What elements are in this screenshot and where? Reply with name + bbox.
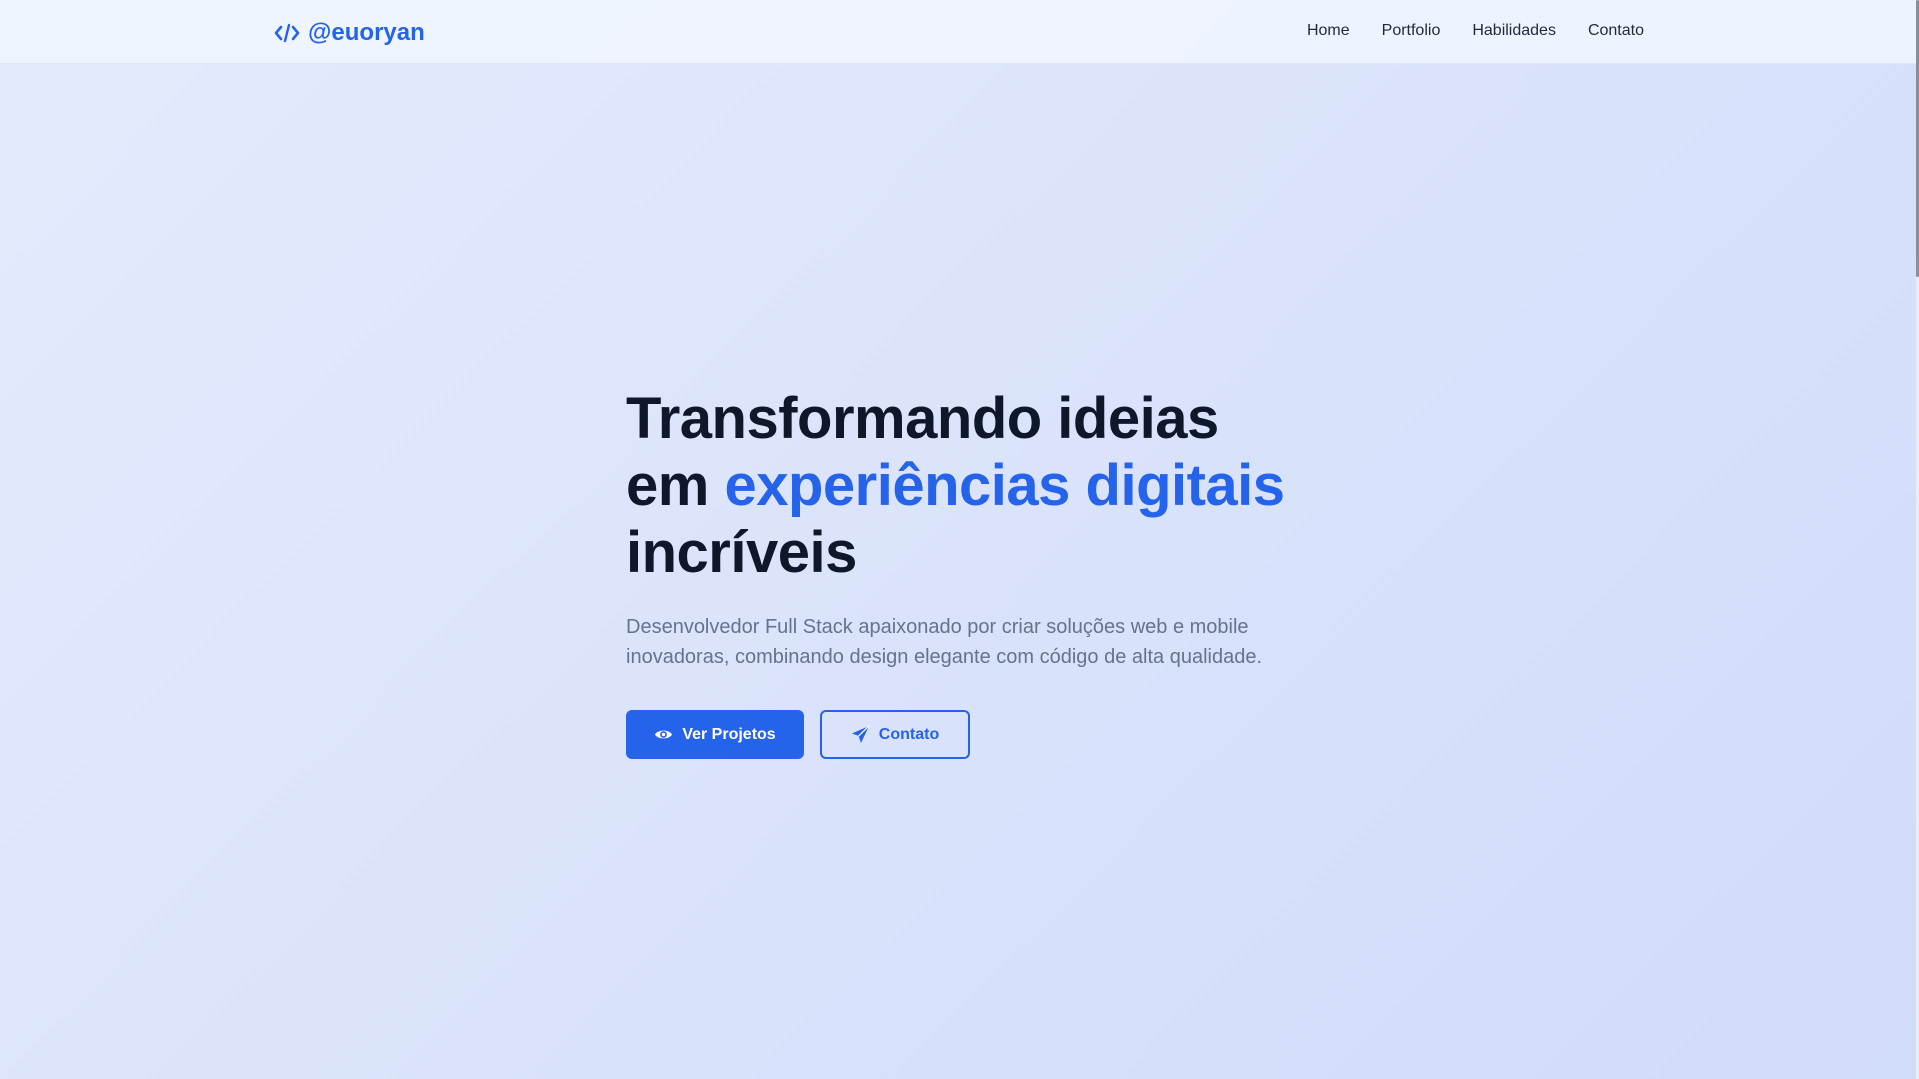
main-nav: Home Portfolio Habilidades Contato	[1307, 22, 1644, 40]
code-icon	[274, 23, 300, 43]
nav-link-portfolio[interactable]: Portfolio	[1382, 22, 1441, 40]
hero-title-line-1: Transformando ideias	[626, 386, 1219, 451]
brand-name: @euoryan	[308, 19, 425, 46]
nav-link-home[interactable]: Home	[1307, 22, 1350, 40]
hero-title-line-3: incríveis	[626, 520, 857, 585]
hero-title: Transformando ideias em experiências dig…	[626, 385, 1346, 586]
hero-title-line-2-prefix: em	[626, 453, 725, 518]
hero-description: Desenvolvedor Full Stack apaixonado por …	[626, 616, 1263, 668]
hero-section: Transformando ideias em experiências dig…	[626, 385, 1346, 759]
eye-icon	[655, 730, 673, 739]
top-navbar: @euoryan Home Portfolio Habilidades Cont…	[0, 0, 1916, 64]
brand-logo[interactable]: @euoryan	[274, 18, 425, 48]
hero-actions: Ver Projetos Contato	[626, 710, 1346, 759]
nav-link-habilidades[interactable]: Habilidades	[1472, 22, 1556, 40]
paper-plane-icon	[851, 725, 870, 744]
page-viewport: @euoryan Home Portfolio Habilidades Cont…	[0, 0, 1916, 1079]
view-projects-button[interactable]: Ver Projetos	[626, 710, 804, 759]
view-projects-label: Ver Projetos	[682, 725, 776, 743]
contact-button-label: Contato	[878, 725, 940, 743]
contact-button[interactable]: Contato	[820, 710, 970, 759]
hero-title-accent: experiências digitais	[724, 453, 1285, 518]
nav-link-contato[interactable]: Contato	[1588, 22, 1644, 40]
